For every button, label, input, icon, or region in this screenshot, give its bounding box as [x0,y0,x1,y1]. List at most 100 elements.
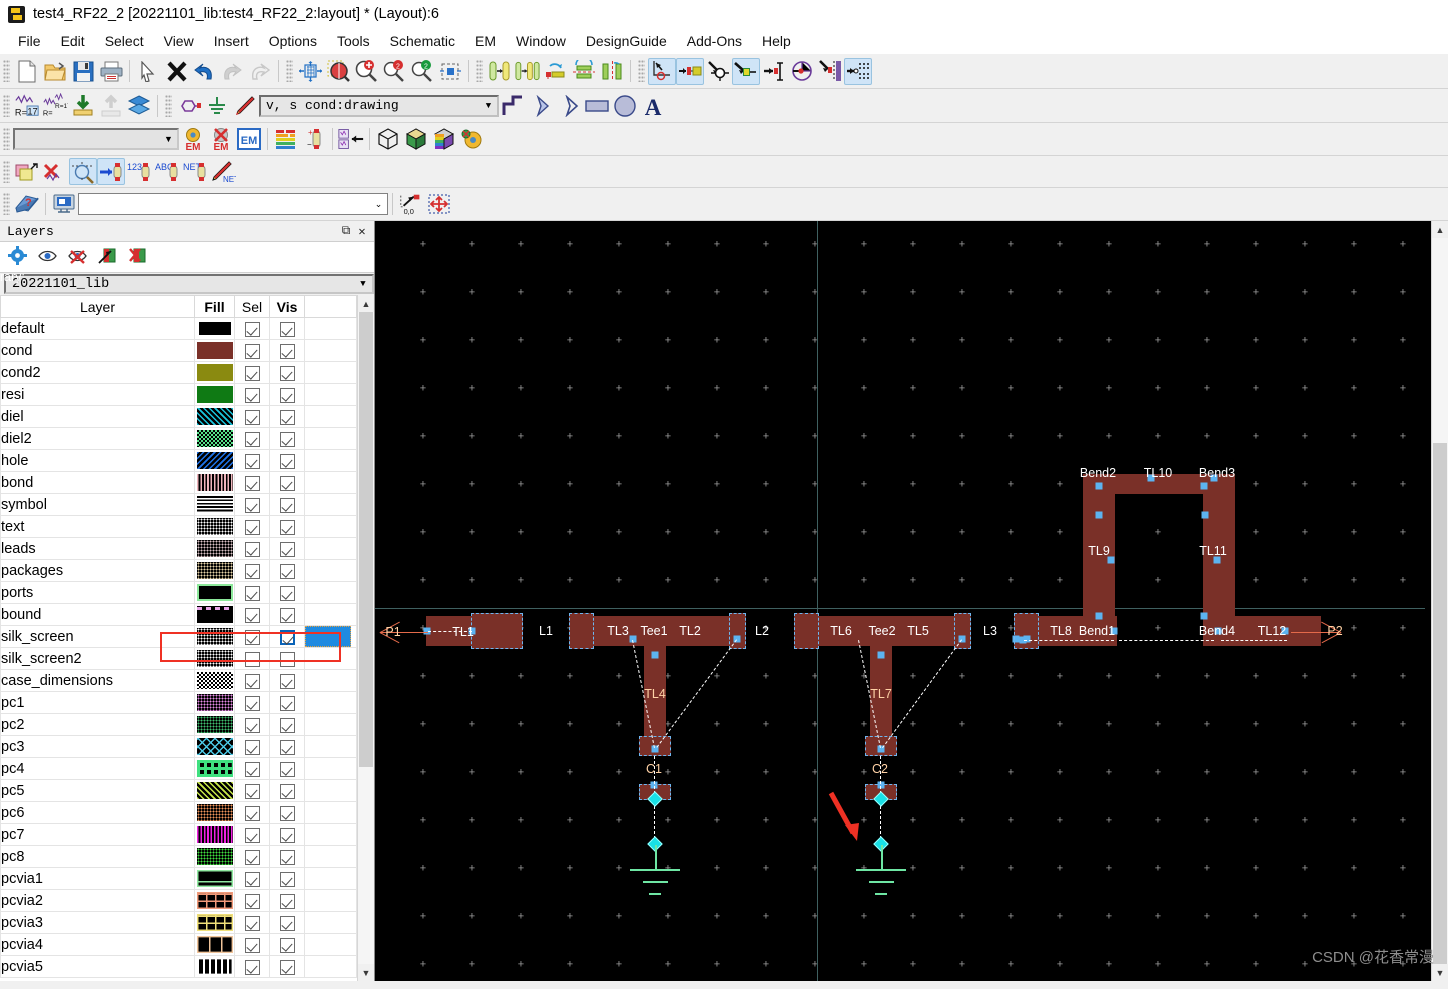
mesh-icon[interactable] [337,126,365,153]
component-label-bend4[interactable]: Bend4 [1199,624,1235,638]
layer-fill-swatch[interactable] [194,515,235,538]
layer-vis-checkbox[interactable] [269,669,305,692]
menu-item-file[interactable]: File [8,30,51,52]
rainbow-cube-icon[interactable] [430,126,458,153]
zoom-to-fit-icon[interactable] [436,58,464,85]
layer-row[interactable]: pcvia4 [0,933,357,956]
layer-sel-checkbox[interactable] [234,867,270,890]
layer-name-bond[interactable]: bond [0,471,195,494]
rectangle-icon[interactable] [583,92,611,119]
component-label-l1[interactable]: L1 [539,624,553,638]
mirror-y-icon[interactable] [598,58,626,85]
layer-name-pc1[interactable]: pc1 [0,691,195,714]
layer-sel-checkbox[interactable] [234,493,270,516]
new-file-icon[interactable] [13,58,41,85]
checkbox-icon[interactable] [244,915,260,931]
port-editor-icon[interactable]: + − [300,126,328,153]
wireframe-cube-icon[interactable] [374,126,402,153]
checkbox-icon[interactable] [279,893,295,909]
menu-item-em[interactable]: EM [465,30,506,52]
open-file-icon[interactable] [41,58,69,85]
component-label-l3[interactable]: L3 [983,624,997,638]
ground-icon[interactable] [203,92,231,119]
em-options-icon[interactable] [458,126,486,153]
em-setup-gear-icon[interactable]: EM [179,126,207,153]
component-label-tl10[interactable]: TL10 [1144,466,1173,480]
layer-row[interactable]: leads [0,537,357,560]
layer-name-silk_screen[interactable]: silk_screen [0,625,195,648]
layer-vis-checkbox[interactable] [269,471,305,494]
layer-vis-checkbox[interactable] [269,383,305,406]
layer-row[interactable]: pc6 [0,801,357,824]
checkbox-icon[interactable] [244,651,260,667]
checkbox-icon[interactable] [244,387,260,403]
layer-name-hole[interactable]: hole [0,449,195,472]
checkbox-icon[interactable] [244,717,260,733]
hide-all-layers-eye-icon[interactable] [68,248,87,267]
pop-up-icon[interactable] [97,92,125,119]
layer-sel-checkbox[interactable] [234,845,270,868]
insert-node-icon[interactable] [704,58,732,85]
step-icon[interactable] [499,92,527,119]
layer-fill-swatch[interactable] [194,889,235,912]
layer-row[interactable]: packages [0,559,357,582]
checkbox-icon[interactable] [244,519,260,535]
layer-vis-checkbox[interactable] [269,339,305,362]
checkbox-icon[interactable] [279,541,295,557]
em-delete-icon[interactable]: EM [207,126,235,153]
snap-to-pin-icon[interactable] [732,57,760,85]
layer-name-pc3[interactable]: pc3 [0,735,195,758]
checkbox-icon[interactable] [279,365,295,381]
layer-name-pc6[interactable]: pc6 [0,801,195,824]
layer-name-text[interactable]: text [0,515,195,538]
snap-to-center-icon[interactable] [788,58,816,85]
layer-vis-checkbox[interactable] [269,757,305,780]
layer-sel-checkbox[interactable] [234,515,270,538]
menu-item-tools[interactable]: Tools [327,30,380,52]
layer-name-symbol[interactable]: symbol [0,493,195,516]
layer-sel-checkbox[interactable] [234,383,270,406]
layer-vis-checkbox[interactable] [269,361,305,384]
arrow-shape-icon[interactable] [527,92,555,119]
layer-sel-checkbox[interactable] [234,427,270,450]
layer-row[interactable]: pcvia5 [0,955,357,978]
menu-item-insert[interactable]: Insert [204,30,259,52]
component-label-tl11[interactable]: TL11 [1199,544,1227,558]
zoom-in-2x-icon[interactable]: 2 [380,58,408,85]
layer-fill-swatch[interactable] [194,801,235,824]
checkbox-icon[interactable] [244,343,260,359]
checkbox-icon[interactable] [279,651,295,667]
layer-row[interactable]: pc7 [0,823,357,846]
layer-vis-checkbox[interactable] [269,801,305,824]
scroll-down-icon[interactable]: ▼ [1432,964,1448,981]
layer-vis-checkbox[interactable] [269,449,305,472]
checkbox-icon[interactable] [279,937,295,953]
snap-grid-icon[interactable] [844,57,872,85]
layer-fill-swatch[interactable] [194,867,235,890]
redo-alt-icon[interactable] [246,58,274,85]
toolbar-grip[interactable] [3,160,10,183]
layer-vis-checkbox[interactable] [269,603,305,626]
layer-row[interactable]: cond [0,339,357,362]
layer-fill-swatch[interactable] [194,933,235,956]
layer-row[interactable]: pc1 [0,691,357,714]
flatten-icon[interactable] [125,92,153,119]
em-icon[interactable]: EM [235,126,263,153]
layer-row[interactable]: pcvia1 [0,867,357,890]
wire-pencil-icon[interactable] [231,92,259,119]
layer-vis-checkbox[interactable] [269,515,305,538]
selection-handle[interactable] [1095,612,1103,620]
checkbox-icon[interactable] [244,695,260,711]
toolbar-grip[interactable] [286,60,293,82]
layer-sel-checkbox[interactable] [234,405,270,428]
layer-row[interactable]: pcvia2 [0,889,357,912]
checkbox-icon[interactable] [244,585,260,601]
layer-name-pc5[interactable]: pc5 [0,779,195,802]
layer-row[interactable]: diel [0,405,357,428]
layer-row[interactable]: silk_screen [0,625,357,648]
layer-vis-checkbox[interactable] [269,405,305,428]
checkbox-icon[interactable] [279,783,295,799]
layer-name-pcvia5[interactable]: pcvia5 [0,955,195,978]
layer-vis-checkbox[interactable] [269,427,305,450]
layer-vis-checkbox[interactable] [269,779,305,802]
